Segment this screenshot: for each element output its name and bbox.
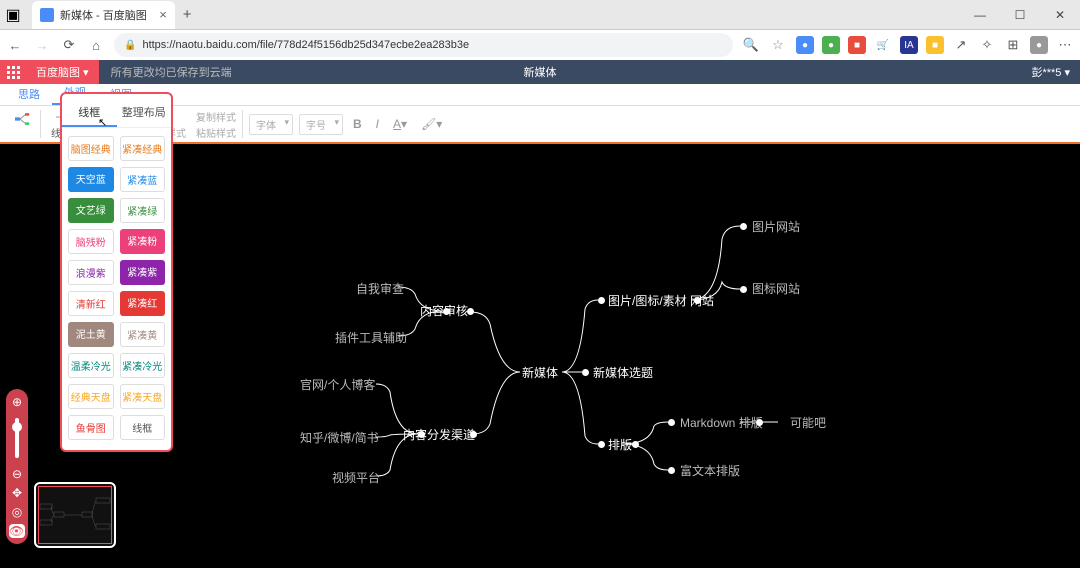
theme-option[interactable]: 紧凑粉 [120, 229, 166, 254]
theme-option[interactable]: 紧凑紫 [120, 260, 166, 285]
node-richtext[interactable]: 富文本排版 [680, 462, 740, 479]
fontcolor-button[interactable]: A▾ [389, 117, 411, 131]
node-plugin-help[interactable]: 插件工具辅助 [335, 329, 407, 346]
app-brand[interactable]: 百度脑图 ▾ [26, 60, 99, 84]
app-menu-button[interactable] [0, 60, 26, 84]
ext-icon[interactable]: ■ [848, 36, 866, 54]
theme-option[interactable]: 紧凑红 [120, 291, 166, 316]
forward-button[interactable]: → [33, 38, 51, 53]
layout-button[interactable] [6, 111, 34, 138]
theme-option[interactable]: 清新红 [68, 291, 114, 316]
center-icon[interactable]: ◎ [12, 505, 22, 519]
theme-option[interactable]: 紧凑绿 [120, 198, 166, 223]
avatar-icon[interactable]: ● [1030, 36, 1048, 54]
theme-option[interactable]: 脑残粉 [68, 229, 114, 254]
close-button[interactable]: ✕ [1040, 0, 1080, 30]
node-markdown[interactable]: Markdown 排版 [680, 414, 763, 431]
ext-icon[interactable]: 🛒 [874, 36, 892, 54]
lock-icon: 🔒 [124, 40, 136, 51]
tab-thinking[interactable]: 思路 [6, 83, 52, 105]
bold-button[interactable]: B [349, 117, 366, 131]
tree-icon[interactable]: ⊞ [1004, 37, 1022, 53]
back-button[interactable]: ← [6, 38, 24, 53]
theme-option[interactable]: 经典天盘 [68, 384, 114, 409]
theme-option[interactable]: 紧凑黄 [120, 322, 166, 347]
theme-option[interactable]: 线框 [120, 415, 166, 440]
theme-tab-arrange[interactable]: 整理布局 [117, 100, 172, 127]
ext-more-icon[interactable]: ↗ [952, 37, 970, 53]
node-video[interactable]: 视频平台 [332, 469, 380, 486]
theme-tab-wireframe[interactable]: 线框 [62, 100, 117, 127]
node-self-review[interactable]: 自我审查 [356, 280, 404, 297]
move-icon[interactable]: ✥ [12, 486, 22, 500]
browser-tab[interactable]: 新媒体 - 百度脑图 × [32, 1, 175, 29]
more-icon[interactable]: ⋯ [1056, 37, 1074, 53]
theme-option[interactable]: 天空蓝 [68, 167, 114, 192]
zoom-out-icon[interactable]: ⊖ [12, 467, 22, 481]
theme-option[interactable]: 文艺绿 [68, 198, 114, 223]
bgcolor-button[interactable]: 🖌▾ [417, 117, 446, 131]
window-titlebar: ▣ 新媒体 - 百度脑图 × + — ☐ ✕ [0, 0, 1080, 30]
refresh-button[interactable]: ⟳ [60, 37, 78, 53]
italic-button[interactable]: I [372, 117, 383, 131]
theme-dropdown: 线框 整理布局 ↖ 脑图经典紧凑经典天空蓝紧凑蓝文艺绿紧凑绿脑残粉紧凑粉浪漫紫紧… [60, 92, 173, 452]
app-header: 百度脑图 ▾ 所有更改均已保存到云端 新媒体 彭***5 ▾ [0, 60, 1080, 84]
node-topic[interactable]: 新媒体选题 [593, 364, 653, 381]
theme-option[interactable]: 温柔冷光 [68, 353, 114, 378]
copy-style-button[interactable]: 复制样式 [196, 109, 236, 124]
user-menu[interactable]: 彭***5 ▾ [1031, 64, 1080, 80]
theme-option[interactable]: 紧凑天盘 [120, 384, 166, 409]
maximize-button[interactable]: ☐ [1000, 0, 1040, 30]
minimap[interactable] [34, 482, 116, 548]
new-tab-button[interactable]: + [183, 6, 192, 23]
theme-option[interactable]: 紧凑冷光 [120, 353, 166, 378]
search-icon[interactable]: 🔍 [742, 37, 760, 53]
node-layout[interactable]: 排版 [608, 436, 632, 453]
zoom-control[interactable]: ⊕ ⊖ ✥ ◎ 👁 [6, 389, 28, 544]
node-icon-site[interactable]: 图标网站 [752, 280, 800, 297]
url-input[interactable]: 🔒 https://naotu.baidu.com/file/778d24f51… [114, 33, 733, 57]
ext-icon[interactable]: ● [822, 36, 840, 54]
address-bar: ← → ⟳ ⌂ 🔒 https://naotu.baidu.com/file/7… [0, 30, 1080, 60]
zoom-in-icon[interactable]: ⊕ [12, 395, 22, 409]
eye-icon[interactable]: 👁 [9, 524, 25, 538]
puzzle-icon[interactable]: ✧ [978, 37, 996, 53]
theme-option[interactable]: 紧凑蓝 [120, 167, 166, 192]
close-icon[interactable]: × [159, 7, 167, 22]
save-status: 所有更改均已保存到云端 [99, 64, 244, 80]
url-text: https://naotu.baidu.com/file/778d24f5156… [142, 39, 469, 51]
ext-icon[interactable]: ● [796, 36, 814, 54]
app-icon: ▣ [0, 5, 26, 25]
font-select[interactable]: 字体 [249, 114, 293, 135]
node-channel[interactable]: 内容分发渠道 [403, 426, 475, 443]
size-select[interactable]: 字号 [299, 114, 343, 135]
home-button[interactable]: ⌂ [87, 38, 105, 53]
cursor-icon: ↖ [98, 116, 107, 129]
theme-option[interactable]: 浪漫紫 [68, 260, 114, 285]
tab-title: 新媒体 - 百度脑图 [60, 7, 147, 23]
minimize-button[interactable]: — [960, 0, 1000, 30]
theme-option[interactable]: 脑图经典 [68, 136, 114, 161]
paste-style-button[interactable]: 粘贴样式 [196, 125, 236, 140]
node-maybe[interactable]: 可能吧 [790, 414, 826, 431]
document-title: 新媒体 [524, 64, 557, 80]
ext-icon[interactable]: IA [900, 36, 918, 54]
theme-option[interactable]: 鱼骨图 [68, 415, 114, 440]
theme-option[interactable]: 泥土黄 [68, 322, 114, 347]
node-blog[interactable]: 官网/个人博客 [300, 376, 375, 393]
favicon-icon [40, 8, 54, 22]
theme-option[interactable]: 紧凑经典 [120, 136, 166, 161]
star-icon[interactable]: ☆ [769, 37, 787, 53]
node-zhihu[interactable]: 知乎/微博/简书 [300, 429, 379, 446]
ext-icon[interactable]: ■ [926, 36, 944, 54]
node-img-site[interactable]: 图片网站 [752, 218, 800, 235]
node-root[interactable]: 新媒体 [522, 364, 558, 381]
extension-icons: ● ● ■ 🛒 IA ■ ↗ ✧ ⊞ ● ⋯ [796, 36, 1074, 54]
